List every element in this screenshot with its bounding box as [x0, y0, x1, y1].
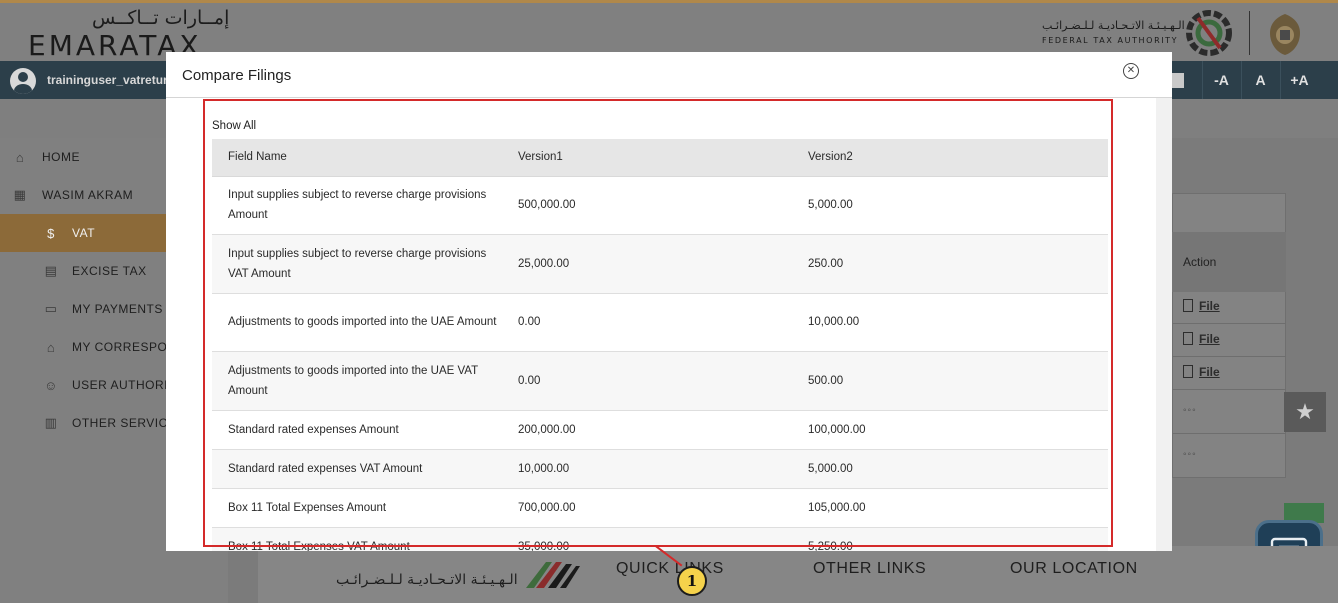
version2-cell: 5,000.00	[792, 449, 1108, 489]
fta-logo-icon	[526, 562, 580, 588]
sidebar-item-label: WASIM AKRAM	[42, 188, 134, 202]
grid-icon: ▦	[13, 187, 27, 202]
file-icon	[1183, 299, 1193, 312]
file-link[interactable]: File	[1183, 365, 1220, 379]
version2-cell: 105,000.00	[792, 488, 1108, 528]
footer-quick-links[interactable]: QUICK LINKS	[616, 560, 724, 578]
compare-filings-modal: Compare Filings ✕ Show All Field Name Ve…	[166, 52, 1172, 551]
sidebar-item-label: MY CORRESPON	[72, 340, 177, 354]
home-icon: ⌂	[15, 149, 25, 165]
footer-other-links[interactable]: OTHER LINKS	[813, 560, 926, 578]
row-divider	[1172, 433, 1286, 434]
fta-emblem-icon	[1186, 10, 1232, 56]
sidebar-item-label: MY PAYMENTS	[72, 302, 163, 316]
table-row: Adjustments to goods imported into the U…	[212, 351, 1108, 411]
column-header-field-name: Field Name	[212, 139, 502, 177]
version1-cell: 0.00	[502, 351, 792, 411]
field-name-cell: Input supplies subject to reverse charge…	[212, 176, 502, 235]
close-icon[interactable]: ✕	[1123, 63, 1139, 79]
emaratax-logo-arabic: إمــارات تــاكــس	[92, 7, 230, 29]
header-divider	[1249, 11, 1250, 55]
sidebar-item-label: USER AUTHORIZ	[72, 378, 176, 392]
action-header-label: Action	[1183, 255, 1217, 269]
field-name-cell: Standard rated expenses Amount	[212, 410, 502, 450]
row-divider	[1172, 356, 1286, 357]
username-label[interactable]: traininguser_vatretur	[47, 73, 168, 87]
more-actions-icon[interactable]: ◦◦◦	[1183, 449, 1197, 460]
field-name-cell: Box 11 Total Expenses VAT Amount	[212, 527, 502, 551]
table-header-row: Field Name Version1 Version2	[212, 139, 1108, 177]
version1-cell: 0.00	[502, 293, 792, 352]
font-increase-button[interactable]: +A	[1280, 61, 1318, 99]
contrast-toggle-icon[interactable]	[1172, 73, 1184, 88]
avatar[interactable]	[10, 68, 36, 94]
modal-header-divider	[166, 97, 1172, 98]
field-name-cell: Input supplies subject to reverse charge…	[212, 234, 502, 294]
version2-cell: 100,000.00	[792, 410, 1108, 450]
sidebar-item-label: EXCISE TAX	[72, 264, 147, 278]
modal-title: Compare Filings	[182, 67, 292, 84]
table-row: Adjustments to goods imported into the U…	[212, 293, 1108, 352]
version1-cell: 10,000.00	[502, 449, 792, 489]
file-icon	[1183, 332, 1193, 345]
version2-cell: 250.00	[792, 234, 1108, 294]
row-divider	[1172, 323, 1286, 324]
uae-emblem-icon	[1270, 14, 1300, 55]
favorite-star-icon[interactable]: ★	[1284, 392, 1326, 432]
sidebar-item-label: HOME	[42, 150, 80, 164]
clipboard-icon: ▥	[44, 415, 58, 430]
document-icon: ▤	[44, 263, 58, 278]
version2-cell: 500.00	[792, 351, 1108, 411]
version2-cell: 5,250.00	[792, 527, 1108, 551]
version2-cell: 10,000.00	[792, 293, 1108, 352]
bank-icon: ⌂	[46, 339, 56, 355]
column-header-version2: Version2	[792, 139, 1108, 177]
more-actions-icon[interactable]: ◦◦◦	[1183, 405, 1197, 416]
field-name-cell: Adjustments to goods imported into the U…	[212, 351, 502, 411]
file-link[interactable]: File	[1183, 299, 1220, 313]
file-link[interactable]: File	[1183, 332, 1220, 346]
card-icon: ▭	[44, 301, 58, 316]
version1-cell: 700,000.00	[502, 488, 792, 528]
footer-authority-arabic: الـهـيـئـة الاتـحـاديـة لـلـضـرائـب	[336, 572, 518, 588]
footer-our-location[interactable]: OUR LOCATION	[1010, 560, 1138, 578]
field-name-cell: Box 11 Total Expenses Amount	[212, 488, 502, 528]
row-divider	[1172, 389, 1286, 390]
authority-name-english: FEDERAL TAX AUTHORITY	[1042, 36, 1179, 45]
authority-name-arabic: الـهـيـئـة الاتـحـاديـة لـلـضـرائـب	[1042, 19, 1185, 32]
version1-cell: 500,000.00	[502, 176, 792, 235]
table-row: Input supplies subject to reverse charge…	[212, 176, 1108, 235]
field-name-cell: Adjustments to goods imported into the U…	[212, 293, 502, 352]
comparison-section: Show All Field Name Version1 Version2 In…	[212, 120, 1108, 551]
money-bag-icon: $	[47, 225, 55, 241]
table-row: Box 11 Total Expenses Amount 700,000.00 …	[212, 488, 1108, 528]
table-row: Standard rated expenses Amount 200,000.0…	[212, 410, 1108, 450]
table-row: Input supplies subject to reverse charge…	[212, 234, 1108, 294]
table-row: Standard rated expenses VAT Amount 10,00…	[212, 449, 1108, 489]
annotation-badge: 1	[677, 566, 707, 596]
file-icon	[1183, 365, 1193, 378]
version1-cell: 200,000.00	[502, 410, 792, 450]
modal-scrollbar[interactable]	[1156, 98, 1172, 551]
sidebar-item-label: OTHER SERVICE	[72, 416, 177, 430]
sidebar-item-label: VAT	[72, 226, 96, 240]
column-header-version1: Version1	[502, 139, 792, 177]
version2-cell: 5,000.00	[792, 176, 1108, 235]
font-decrease-button[interactable]: -A	[1202, 61, 1240, 99]
font-normal-button[interactable]: A	[1241, 61, 1279, 99]
user-key-icon: ☺	[44, 377, 58, 393]
field-name-cell: Standard rated expenses VAT Amount	[212, 449, 502, 489]
show-all-link[interactable]: Show All	[212, 120, 256, 132]
version1-cell: 35,000.00	[502, 527, 792, 551]
comparison-table: Field Name Version1 Version2 Input suppl…	[212, 139, 1108, 551]
version1-cell: 25,000.00	[502, 234, 792, 294]
